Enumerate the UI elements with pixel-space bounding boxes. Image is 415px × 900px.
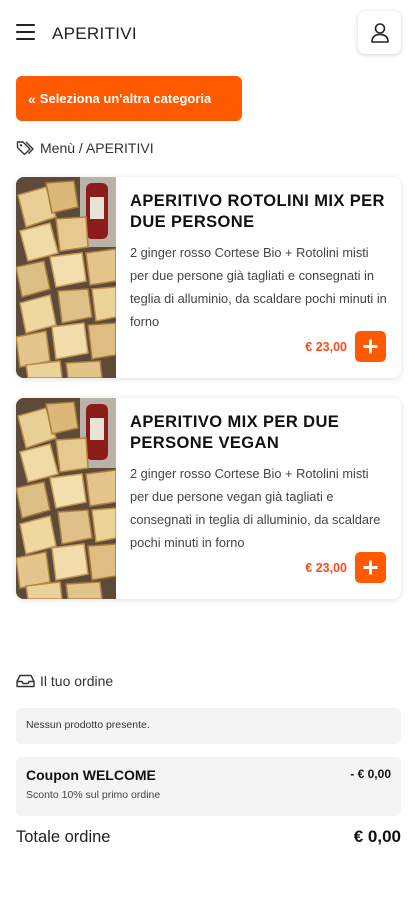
product-card[interactable]: APERITIVO ROTOLINI MIX PER DUE PERSONE 2…: [16, 177, 401, 378]
product-card[interactable]: APERITIVO MIX PER DUE PERSONE VEGAN 2 gi…: [16, 398, 401, 599]
user-icon: [370, 22, 389, 43]
select-category-button[interactable]: « Seleziona un'altra categoria: [16, 76, 242, 121]
product-description: 2 ginger rosso Cortese Bio + Rotolini mi…: [130, 245, 387, 329]
plus-icon: [363, 560, 378, 575]
add-to-cart-button[interactable]: [355, 331, 386, 362]
product-title: APERITIVO MIX PER DUE PERSONE VEGAN: [130, 413, 340, 452]
order-title-text: Il tuo ordine: [40, 673, 114, 689]
coupon-title: Coupon WELCOME: [26, 767, 156, 783]
order-total-value: € 0,00: [353, 827, 401, 846]
product-price: € 23,00: [305, 561, 347, 575]
product-image: [16, 177, 116, 378]
double-chevron-left-icon: «: [28, 90, 36, 107]
tags-icon: [16, 141, 34, 156]
product-info: APERITIVO ROTOLINI MIX PER DUE PERSONE 2…: [130, 191, 390, 333]
inbox-icon: [16, 674, 35, 688]
product-info: APERITIVO MIX PER DUE PERSONE VEGAN 2 gi…: [130, 412, 390, 554]
product-description: 2 ginger rosso Cortese Bio + Rotolini mi…: [130, 466, 381, 550]
coupon-amount: - € 0,00: [350, 767, 391, 781]
order-total-label: Totale ordine: [16, 828, 111, 846]
breadcrumb: Menù / APERITIVI: [16, 140, 154, 156]
product-image: [16, 398, 116, 599]
page-title: APERITIVI: [52, 24, 137, 43]
add-to-cart-button[interactable]: [355, 552, 386, 583]
hamburger-menu-icon[interactable]: [16, 24, 35, 40]
product-title: APERITIVO ROTOLINI MIX PER DUE PERSONE: [130, 192, 385, 231]
breadcrumb-text: Menù / APERITIVI: [40, 140, 154, 156]
plus-icon: [363, 339, 378, 354]
account-button[interactable]: [358, 11, 401, 54]
app-header: APERITIVI: [0, 0, 415, 66]
empty-order-message: Nessun prodotto presente.: [16, 708, 401, 744]
select-category-label: Seleziona un'altra categoria: [39, 91, 212, 106]
order-section-title: Il tuo ordine: [16, 673, 113, 689]
coupon-box: Coupon WELCOME Sconto 10% sul primo ordi…: [16, 757, 401, 816]
coupon-description: Sconto 10% sul primo ordine: [26, 789, 161, 801]
product-price: € 23,00: [305, 340, 347, 354]
